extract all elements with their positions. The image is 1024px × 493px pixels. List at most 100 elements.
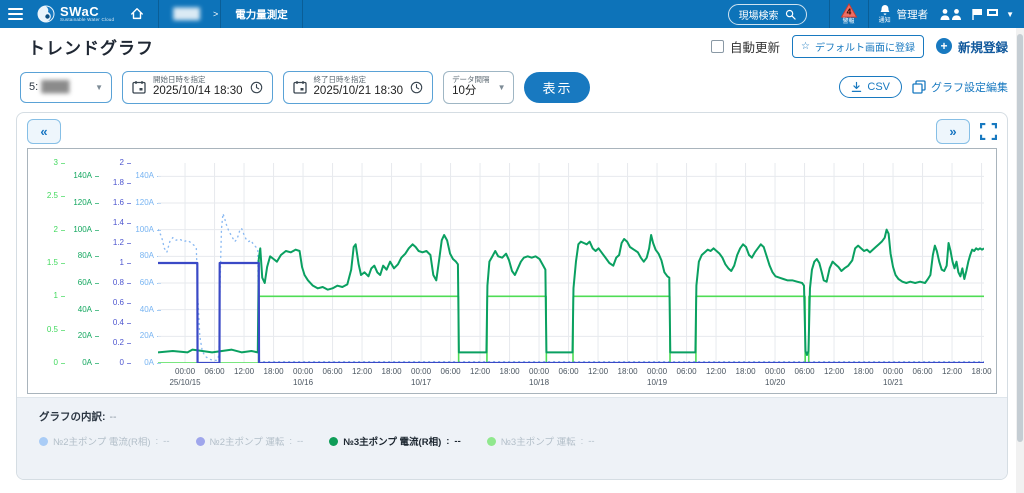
end-datetime-picker[interactable]: 終了日時を指定 2025/10/21 18:30 xyxy=(282,70,434,104)
x-tick-label: 06:00 xyxy=(676,367,697,376)
y-tick-mark xyxy=(127,183,131,184)
y-tick-label: 120A xyxy=(135,198,154,207)
language-selector[interactable]: ▼ xyxy=(972,8,1014,20)
users-icon[interactable] xyxy=(938,8,964,21)
pan-right-button[interactable]: » xyxy=(936,119,970,144)
page-scrollbar[interactable] xyxy=(1016,28,1024,493)
legend-color-dot xyxy=(329,436,339,446)
plot-area[interactable] xyxy=(158,163,984,363)
x-date-label: 10/20 xyxy=(765,378,786,387)
clock-icon[interactable] xyxy=(410,81,423,94)
x-tick-label: 18:00 xyxy=(735,367,756,376)
new-registration-label: 新規登録 xyxy=(957,40,1008,55)
fullscreen-icon[interactable] xyxy=(980,123,997,140)
chevron-down-icon: ▼ xyxy=(95,82,103,92)
y-tick-mark xyxy=(61,329,65,331)
x-date-label: 10/17 xyxy=(411,378,432,387)
x-tick-label: 18:00 xyxy=(617,367,638,376)
alarm-triangle-icon: 4 xyxy=(840,3,857,18)
graph-settings-edit-button[interactable]: グラフ設定編集 xyxy=(912,79,1008,95)
legend-label: №3主ポンプ 運転 xyxy=(500,437,576,448)
x-tick-label: 12:00 xyxy=(234,367,255,376)
legend-label: №3主ポンプ 電流(R相) xyxy=(343,437,442,448)
x-tick-label: 00:00 xyxy=(765,367,786,376)
auto-update-label: 自動更新 xyxy=(730,40,781,55)
y-tick-mark xyxy=(127,303,131,304)
x-tick-label: 00:00 xyxy=(883,367,904,376)
plus-icon: + xyxy=(935,38,952,54)
legend-value: -- xyxy=(588,435,595,447)
x-tick-label: 12:00 xyxy=(588,367,609,376)
breadcrumb: ████ > 電力量測定 xyxy=(158,0,303,28)
csv-download-button[interactable]: CSV xyxy=(839,76,902,98)
app-logo[interactable]: SWaC Sustainable Water Cloud xyxy=(37,5,114,23)
register-default-button[interactable]: ☆ デフォルト画面に登録 xyxy=(792,34,924,58)
download-icon xyxy=(852,81,862,92)
legend-item[interactable]: №2主ポンプ 運転 : -- xyxy=(195,434,304,448)
site-search-button[interactable]: 現場検索 xyxy=(727,3,807,25)
hamburger-menu-icon[interactable] xyxy=(8,8,23,20)
auto-update-toggle[interactable]: 自動更新 xyxy=(711,37,780,56)
y-tick-label: 80A xyxy=(139,251,154,261)
y-tick-label: 40A xyxy=(139,304,154,314)
interval-select[interactable]: データ間隔 10分 ▼ xyxy=(443,70,515,104)
start-datetime-picker[interactable]: 開始日時を指定 2025/10/14 18:30 xyxy=(122,70,273,104)
x-date-label: 10/19 xyxy=(647,378,668,387)
x-tick-label: 18:00 xyxy=(971,367,992,376)
scrollbar-thumb[interactable] xyxy=(1017,34,1023,442)
series-no2_amp xyxy=(158,214,984,362)
legend-item[interactable]: №3主ポンプ 電流(R相) : -- xyxy=(329,434,461,448)
interval-value: 10分 xyxy=(452,84,477,97)
alarm-label: 警報 xyxy=(842,19,855,25)
x-tick-label: 18:00 xyxy=(263,367,284,376)
series-select-prefix: 5: xyxy=(29,81,39,93)
x-date-label: 25/10/15 xyxy=(169,378,201,387)
notification-button[interactable]: 通知 xyxy=(879,4,891,24)
breadcrumb-current[interactable]: 電力量測定 xyxy=(220,0,303,28)
series-no2_run xyxy=(158,263,984,363)
alarm-button[interactable]: 4 警報 xyxy=(840,3,858,25)
x-tick-label: 12:00 xyxy=(942,367,963,376)
y-tick-label: 140A xyxy=(135,171,154,181)
home-icon[interactable] xyxy=(130,7,144,21)
brand-tagline: Sustainable Water Cloud xyxy=(60,17,115,23)
end-datetime-label: 終了日時を指定 xyxy=(313,75,367,85)
legend-value: -- xyxy=(296,435,304,447)
start-datetime-value: 2025/10/14 18:30 xyxy=(153,84,243,97)
x-axis-labels: 00:00 25/10/15 06:00 12:00 18:00 00:00 10/16 06… xyxy=(158,367,991,391)
x-tick-label: 06:00 xyxy=(322,367,343,376)
chevron-down-icon: ▼ xyxy=(497,82,506,92)
title-row: トレンドグラフ 自動更新 ☆ デフォルト画面に登録 + 新規登録 xyxy=(0,28,1024,64)
legend-item[interactable]: №2主ポンプ 電流(R相) : -- xyxy=(39,434,170,448)
pan-left-button[interactable]: « xyxy=(27,119,61,144)
x-tick-label: 12:00 xyxy=(706,367,727,376)
y-axes: 0 0.5 1 1.5 2 2.5 3 0A 20A 40A 60A 80A 100A 120A 140A 0… xyxy=(28,159,161,367)
legend-separator: : xyxy=(155,435,159,447)
auto-update-checkbox[interactable] xyxy=(711,39,724,53)
clock-icon[interactable] xyxy=(250,81,263,94)
legend-section: グラフの内訳: -- №2主ポンプ 電流(R相) : -- №2主ポンプ 運転 : … xyxy=(17,397,1007,479)
graph-settings-edit-label: グラフ設定編集 xyxy=(931,82,1008,94)
legend-separator: : xyxy=(289,435,292,447)
y-tick-mark xyxy=(61,196,65,198)
show-button[interactable]: 表示 xyxy=(524,71,591,103)
y-tick-mark xyxy=(61,296,65,298)
series-select[interactable]: 5: ████ ▼ xyxy=(20,71,112,103)
new-registration-button[interactable]: + 新規登録 xyxy=(935,37,1008,56)
y-tick-label: 60A xyxy=(139,278,154,287)
x-tick-label: 06:00 xyxy=(204,367,225,376)
end-datetime-value: 2025/10/21 18:30 xyxy=(313,84,404,97)
legend-separator: : xyxy=(446,435,450,447)
register-default-label: デフォルト画面に登録 xyxy=(814,42,915,54)
controls-row: 5: ████ ▼ 開始日時を指定 2025/10/14 18:30 終了日時を… xyxy=(0,64,1024,110)
chevron-down-icon: ▼ xyxy=(1006,9,1014,19)
legend-item[interactable]: №3主ポンプ 運転 : -- xyxy=(486,434,595,448)
x-tick-label: 18:00 xyxy=(499,367,520,376)
start-datetime-label: 開始日時を指定 xyxy=(153,75,206,85)
breadcrumb-site[interactable]: ████ xyxy=(158,0,213,28)
legend-value: -- xyxy=(163,435,170,447)
legend-color-dot xyxy=(195,436,205,446)
series-select-redacted: ████ xyxy=(41,81,69,93)
trend-chart: 0 0.5 1 1.5 2 2.5 3 0A 20A 40A 60A 80A 100A 120A 140A 0… xyxy=(27,148,997,394)
calendar-icon xyxy=(292,81,307,94)
